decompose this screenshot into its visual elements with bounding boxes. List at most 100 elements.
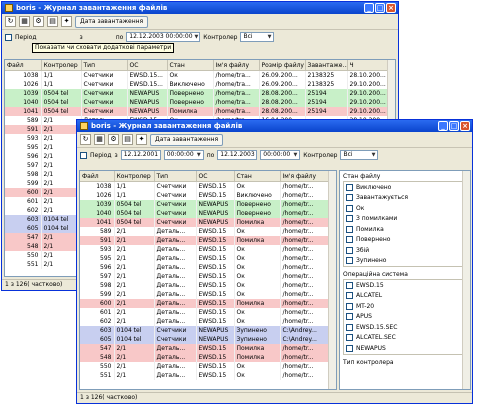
filter-option[interactable]: EWSD.15.SEC xyxy=(344,322,466,333)
filter-option-checkbox[interactable] xyxy=(346,281,353,289)
table-row[interactable]: 598 2/1 Деталь... EWSD.15 Ок/home/tr... xyxy=(80,281,331,290)
table-row[interactable]: 589 2/1 Деталь... EWSD.15 Ок/home/tr... xyxy=(80,227,331,236)
table-row[interactable]: 599 2/1 Деталь... EWSD.15 Ок/home/tr... xyxy=(80,290,331,299)
column-header[interactable]: Стан xyxy=(234,171,281,182)
back-column-header[interactable]: Тип xyxy=(81,60,128,71)
refresh-icon[interactable]: ↻ xyxy=(80,134,91,145)
table-row[interactable]: 595 2/1 Деталь... EWSD.15 Ок/home/tr... xyxy=(80,254,331,263)
maximize-icon[interactable]: □ xyxy=(375,3,385,13)
filter-option-checkbox[interactable] xyxy=(346,292,353,300)
filter-option[interactable]: APUS xyxy=(344,312,466,323)
table-row[interactable]: 548 2/1 Деталь... EWSD.15 Помилка/home/tr... xyxy=(80,353,331,362)
grid-icon[interactable]: ▦ xyxy=(94,134,105,145)
back-to-date-field[interactable]: 12.12.2003 00:00:00 ▼ xyxy=(126,32,201,42)
table-row[interactable]: 603 0104 tel Счетчики NEWAPUS Зупинено C:\And… xyxy=(80,326,331,335)
table-row[interactable]: 1039 0504 tel Счетчики NEWAPUS Повернено/hom… xyxy=(80,200,331,209)
filter-option[interactable]: Завантажується xyxy=(344,193,466,204)
tools-icon[interactable]: ✦ xyxy=(136,134,147,145)
controller-select[interactable]: Всі ▼ xyxy=(340,150,379,160)
column-header[interactable]: Ім'я файлу xyxy=(280,171,331,182)
back-column-header[interactable]: Ч xyxy=(347,60,392,71)
filter-option-checkbox[interactable] xyxy=(346,246,353,254)
filter-option[interactable]: ALCATEL.SEC xyxy=(344,333,466,344)
back-column-header[interactable]: Розмір файлу xyxy=(259,60,306,71)
filter-option-checkbox[interactable] xyxy=(346,225,353,233)
side-panel-scrollbar[interactable] xyxy=(462,171,470,389)
back-table-row[interactable]: 1039 0504 tel Счетчики NEWAPUS Повернено/hom… xyxy=(5,89,392,98)
minimize-icon[interactable]: _ xyxy=(364,3,374,13)
from-date-field[interactable]: 12.12.2001 xyxy=(120,150,161,160)
back-refresh-icon[interactable]: ↻ xyxy=(5,16,16,27)
download-date-button[interactable]: Дата завантаження xyxy=(150,133,224,146)
back-grid-icon[interactable]: ▦ xyxy=(19,16,30,27)
back-column-header[interactable]: Контролер xyxy=(41,60,82,71)
filter-option-checkbox[interactable] xyxy=(346,302,353,310)
back-column-header[interactable]: ОС xyxy=(127,60,168,71)
column-header[interactable]: ОС xyxy=(196,171,235,182)
front-window-titlebar[interactable]: boris - Журнал завантаження файлів _ □ × xyxy=(77,120,472,132)
filter-option[interactable]: NEWAPUS xyxy=(344,343,466,354)
filter-option-checkbox[interactable] xyxy=(346,344,353,352)
back-window-titlebar[interactable]: boris - Журнал завантаження файлів _ □ × xyxy=(2,2,398,14)
settings-icon[interactable]: ⚙ xyxy=(108,134,119,145)
filter-option[interactable]: MT-20 xyxy=(344,301,466,312)
filter-option-checkbox[interactable] xyxy=(346,323,353,331)
back-table-row[interactable]: 1040 0504 tel Счетчики NEWAPUS Повернено/hom… xyxy=(5,98,392,107)
table-row[interactable]: 605 0104 tel Счетчики NEWAPUS Зупинено C:\And… xyxy=(80,335,331,344)
back-column-header[interactable]: Стан xyxy=(167,60,214,71)
table-row[interactable]: 593 2/1 Деталь... EWSD.15 Ок/home/tr... xyxy=(80,245,331,254)
filter-option-checkbox[interactable] xyxy=(346,183,353,191)
filter-option[interactable]: EWSD.15 xyxy=(344,280,466,291)
table-row[interactable]: 547 2/1 Деталь... EWSD.15 Помилка/home/tr... xyxy=(80,344,331,353)
back-settings-icon[interactable]: ⚙ xyxy=(33,16,44,27)
filter-option[interactable]: З помилками xyxy=(344,214,466,225)
table-row[interactable]: 1040 0504 tel Счетчики NEWAPUS Повернено/hom… xyxy=(80,209,331,218)
table-row[interactable]: 591 2/1 Деталь... EWSD.15 Помилка/home/tr... xyxy=(80,236,331,245)
filter-option[interactable]: Повернено xyxy=(344,235,466,246)
filter-option-checkbox[interactable] xyxy=(346,257,353,265)
filter-option[interactable]: Зупинено xyxy=(344,256,466,267)
back-table-row[interactable]: 1038 1/1 Счетчики EWSD.15... Ок/home/tra... 2… xyxy=(5,70,392,80)
back-table-row[interactable]: 1041 0504 tel Счетчики NEWAPUS Помилка/home/… xyxy=(5,107,392,116)
to-date-field[interactable]: 12.12.2003 xyxy=(217,150,258,160)
back-table-row[interactable]: 1026 1/1 Счетчики EWSD.15... Виключено/home/… xyxy=(5,80,392,89)
close-icon[interactable]: × xyxy=(460,121,470,131)
table-row[interactable]: 602 2/1 Деталь... EWSD.15 Ок/home/tr... xyxy=(80,317,331,326)
back-column-header[interactable]: Завантаже... xyxy=(305,60,348,71)
filter-option[interactable]: Ок xyxy=(344,203,466,214)
table-row[interactable]: 596 2/1 Деталь... EWSD.15 Ок/home/tr... xyxy=(80,263,331,272)
filter-option[interactable]: ALCATEL xyxy=(344,291,466,302)
to-time-field[interactable]: 00:00:00 ▼ xyxy=(260,150,301,160)
table-row[interactable]: 1038 1/1 Счетчики EWSD.15 Ок/home/tr... xyxy=(80,181,331,191)
back-controller-select[interactable]: Всі ▼ xyxy=(240,32,275,42)
table-row[interactable]: 1026 1/1 Счетчики EWSD.15 Виключено/home/tr.… xyxy=(80,191,331,200)
table-row[interactable]: 597 2/1 Деталь... EWSD.15 Ок/home/tr... xyxy=(80,272,331,281)
column-header[interactable]: Тип xyxy=(154,171,197,182)
trash-icon[interactable]: ▤ xyxy=(122,134,133,145)
period-checkbox[interactable] xyxy=(80,151,87,159)
minimize-icon[interactable]: _ xyxy=(438,121,448,131)
maximize-icon[interactable]: □ xyxy=(449,121,459,131)
column-header[interactable]: Контролер xyxy=(114,171,155,182)
back-column-header[interactable]: Ім'я файлу xyxy=(213,60,260,71)
back-period-checkbox[interactable] xyxy=(5,33,12,41)
filter-option-checkbox[interactable] xyxy=(346,215,353,223)
back-download-date-button[interactable]: Дата завантаження xyxy=(75,15,149,28)
filter-option-checkbox[interactable] xyxy=(346,334,353,342)
filter-option-checkbox[interactable] xyxy=(346,236,353,244)
table-row[interactable]: 551 2/1 Деталь... EWSD.15 Ок/home/tr... xyxy=(80,371,331,380)
table-row[interactable]: 1041 0504 tel Счетчики NEWAPUS Помилка/home/… xyxy=(80,218,331,227)
close-icon[interactable]: × xyxy=(386,3,396,13)
filter-option-checkbox[interactable] xyxy=(346,204,353,212)
front-vertical-scrollbar[interactable] xyxy=(328,171,336,389)
filter-option-checkbox[interactable] xyxy=(346,313,353,321)
back-column-header[interactable]: Файл xyxy=(5,60,42,71)
table-row[interactable]: 601 2/1 Деталь... EWSD.15 Ок/home/tr... xyxy=(80,308,331,317)
column-header[interactable]: Файл xyxy=(80,171,115,182)
filter-option[interactable]: Помилка xyxy=(344,224,466,235)
back-tools-icon[interactable]: ✦ xyxy=(61,16,72,27)
back-trash-icon[interactable]: ▤ xyxy=(47,16,58,27)
from-time-field[interactable]: 00:00:00 ▼ xyxy=(163,150,204,160)
filter-option[interactable]: Збій xyxy=(344,245,466,256)
filter-option[interactable]: Виключено xyxy=(344,182,466,193)
